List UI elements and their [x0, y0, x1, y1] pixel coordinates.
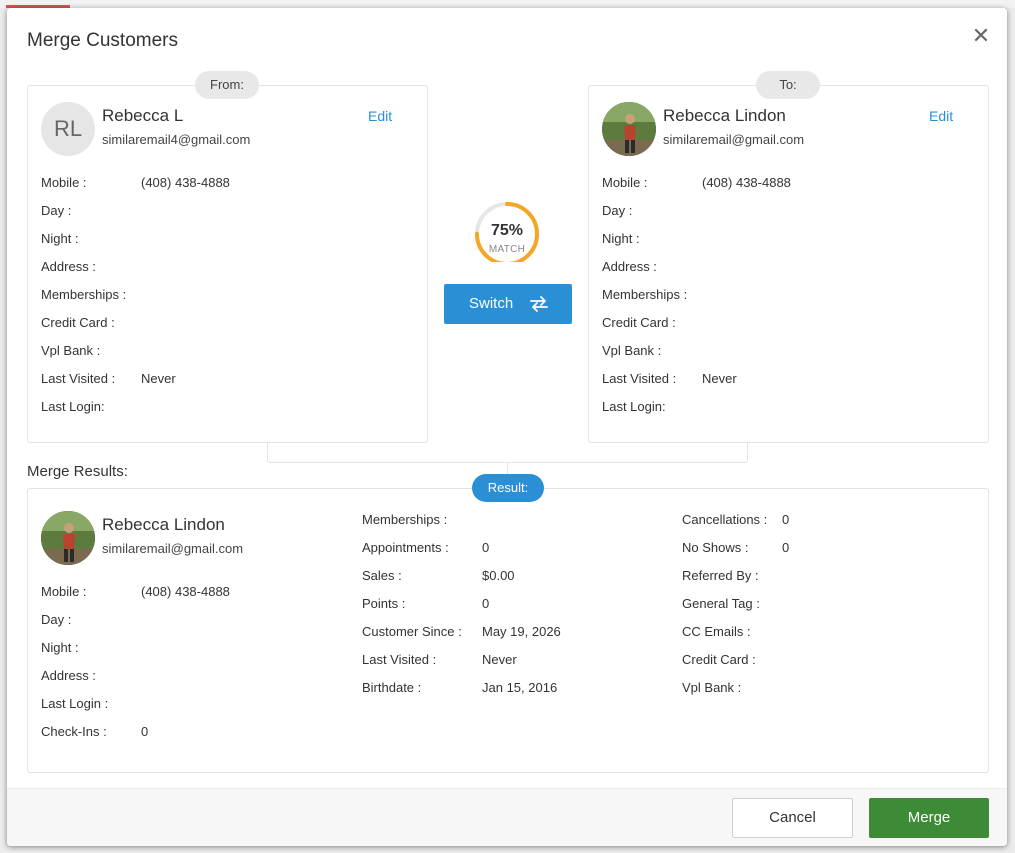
from-avatar: RL	[41, 102, 95, 156]
from-customer-card: RL Rebecca L similaremail4@gmail.com Edi…	[27, 85, 428, 443]
result-field-customer-since: Customer Since : May 19, 2026	[362, 624, 561, 639]
to-edit-link[interactable]: Edit	[929, 108, 953, 124]
result-customer-card: Rebecca Lindon similaremail@gmail.com Mo…	[27, 488, 989, 773]
result-field-referred-by: Referred By :	[682, 568, 759, 583]
from-field-credit-card: Credit Card :	[41, 315, 115, 330]
merge-customers-dialog: Merge Customers ✕ RL Rebecca L similarem…	[7, 8, 1007, 846]
to-field-night: Night :	[602, 231, 640, 246]
to-field-last-visited: Last Visited : Never	[602, 371, 737, 386]
to-field-last-login: Last Login:	[602, 399, 666, 414]
result-field-last-login: Last Login :	[41, 696, 109, 711]
result-pill: Result:	[472, 474, 544, 502]
from-pill: From:	[195, 71, 259, 99]
switch-button-label: Switch	[469, 295, 514, 312]
result-field-points: Points :0	[362, 596, 490, 611]
person-photo-icon	[602, 102, 656, 156]
background-strip	[0, 0, 1015, 8]
from-edit-link[interactable]: Edit	[368, 108, 392, 124]
to-field-day: Day :	[602, 203, 633, 218]
match-label: MATCH	[488, 244, 526, 255]
swap-arrows-icon	[530, 296, 548, 312]
from-customer-email: similaremail4@gmail.com	[102, 132, 251, 147]
from-field-vpl-bank: Vpl Bank :	[41, 343, 101, 358]
merge-results-heading: Merge Results:	[27, 463, 128, 480]
close-icon[interactable]: ✕	[969, 24, 993, 48]
to-customer-email: similaremail@gmail.com	[663, 132, 805, 147]
from-field-memberships: Memberships :	[41, 287, 127, 302]
result-field-birthdate: Birthdate : Jan 15, 2016	[362, 680, 558, 695]
to-field-address: Address :	[602, 259, 657, 274]
from-field-address: Address :	[41, 259, 96, 274]
person-photo-icon	[41, 511, 95, 565]
result-field-memberships: Memberships :	[362, 512, 448, 527]
match-percent: 75%	[490, 222, 524, 239]
match-gauge: 75% MATCH	[472, 202, 542, 262]
result-field-check-ins: Check-Ins :0	[41, 724, 149, 739]
result-customer-name: Rebecca Lindon	[102, 515, 225, 534]
cancel-button[interactable]: Cancel	[732, 798, 853, 838]
result-field-night: Night :	[41, 640, 79, 655]
to-customer-name: Rebecca Lindon	[663, 106, 786, 125]
merge-connector	[267, 442, 748, 463]
dialog-title: Merge Customers	[27, 30, 178, 51]
result-field-address: Address :	[41, 668, 96, 683]
to-customer-card: Rebecca Lindon similaremail@gmail.com Ed…	[588, 85, 989, 443]
from-field-mobile: Mobile : (408) 438-4888	[41, 175, 230, 190]
dialog-footer	[7, 788, 1007, 846]
to-field-mobile: Mobile : (408) 438-4888	[602, 175, 791, 190]
result-field-last-visited: Last Visited : Never	[362, 652, 517, 667]
result-field-day: Day :	[41, 612, 72, 627]
from-customer-name: Rebecca L	[102, 106, 184, 125]
result-field-vpl-bank: Vpl Bank :	[682, 680, 742, 695]
result-field-general-tag: General Tag :	[682, 596, 760, 611]
from-field-last-visited: Last Visited : Never	[41, 371, 176, 386]
result-field-mobile: Mobile : (408) 438-4888	[41, 584, 230, 599]
result-field-cancellations: Cancellations :0	[682, 512, 790, 527]
to-field-credit-card: Credit Card :	[602, 315, 676, 330]
result-field-appointments: Appointments :0	[362, 540, 490, 555]
from-field-night: Night :	[41, 231, 79, 246]
from-field-day: Day :	[41, 203, 72, 218]
result-field-sales: Sales : $0.00	[362, 568, 515, 583]
to-pill: To:	[756, 71, 820, 99]
to-field-vpl-bank: Vpl Bank :	[602, 343, 662, 358]
result-avatar	[41, 511, 95, 565]
switch-button[interactable]: Switch	[444, 284, 572, 324]
result-field-no-shows: No Shows :0	[682, 540, 790, 555]
result-field-cc-emails: CC Emails :	[682, 624, 751, 639]
to-field-memberships: Memberships :	[602, 287, 688, 302]
to-avatar	[602, 102, 656, 156]
merge-button[interactable]: Merge	[869, 798, 989, 838]
result-field-credit-card: Credit Card :	[682, 652, 756, 667]
result-customer-email: similaremail@gmail.com	[102, 541, 244, 556]
from-field-last-login: Last Login:	[41, 399, 105, 414]
